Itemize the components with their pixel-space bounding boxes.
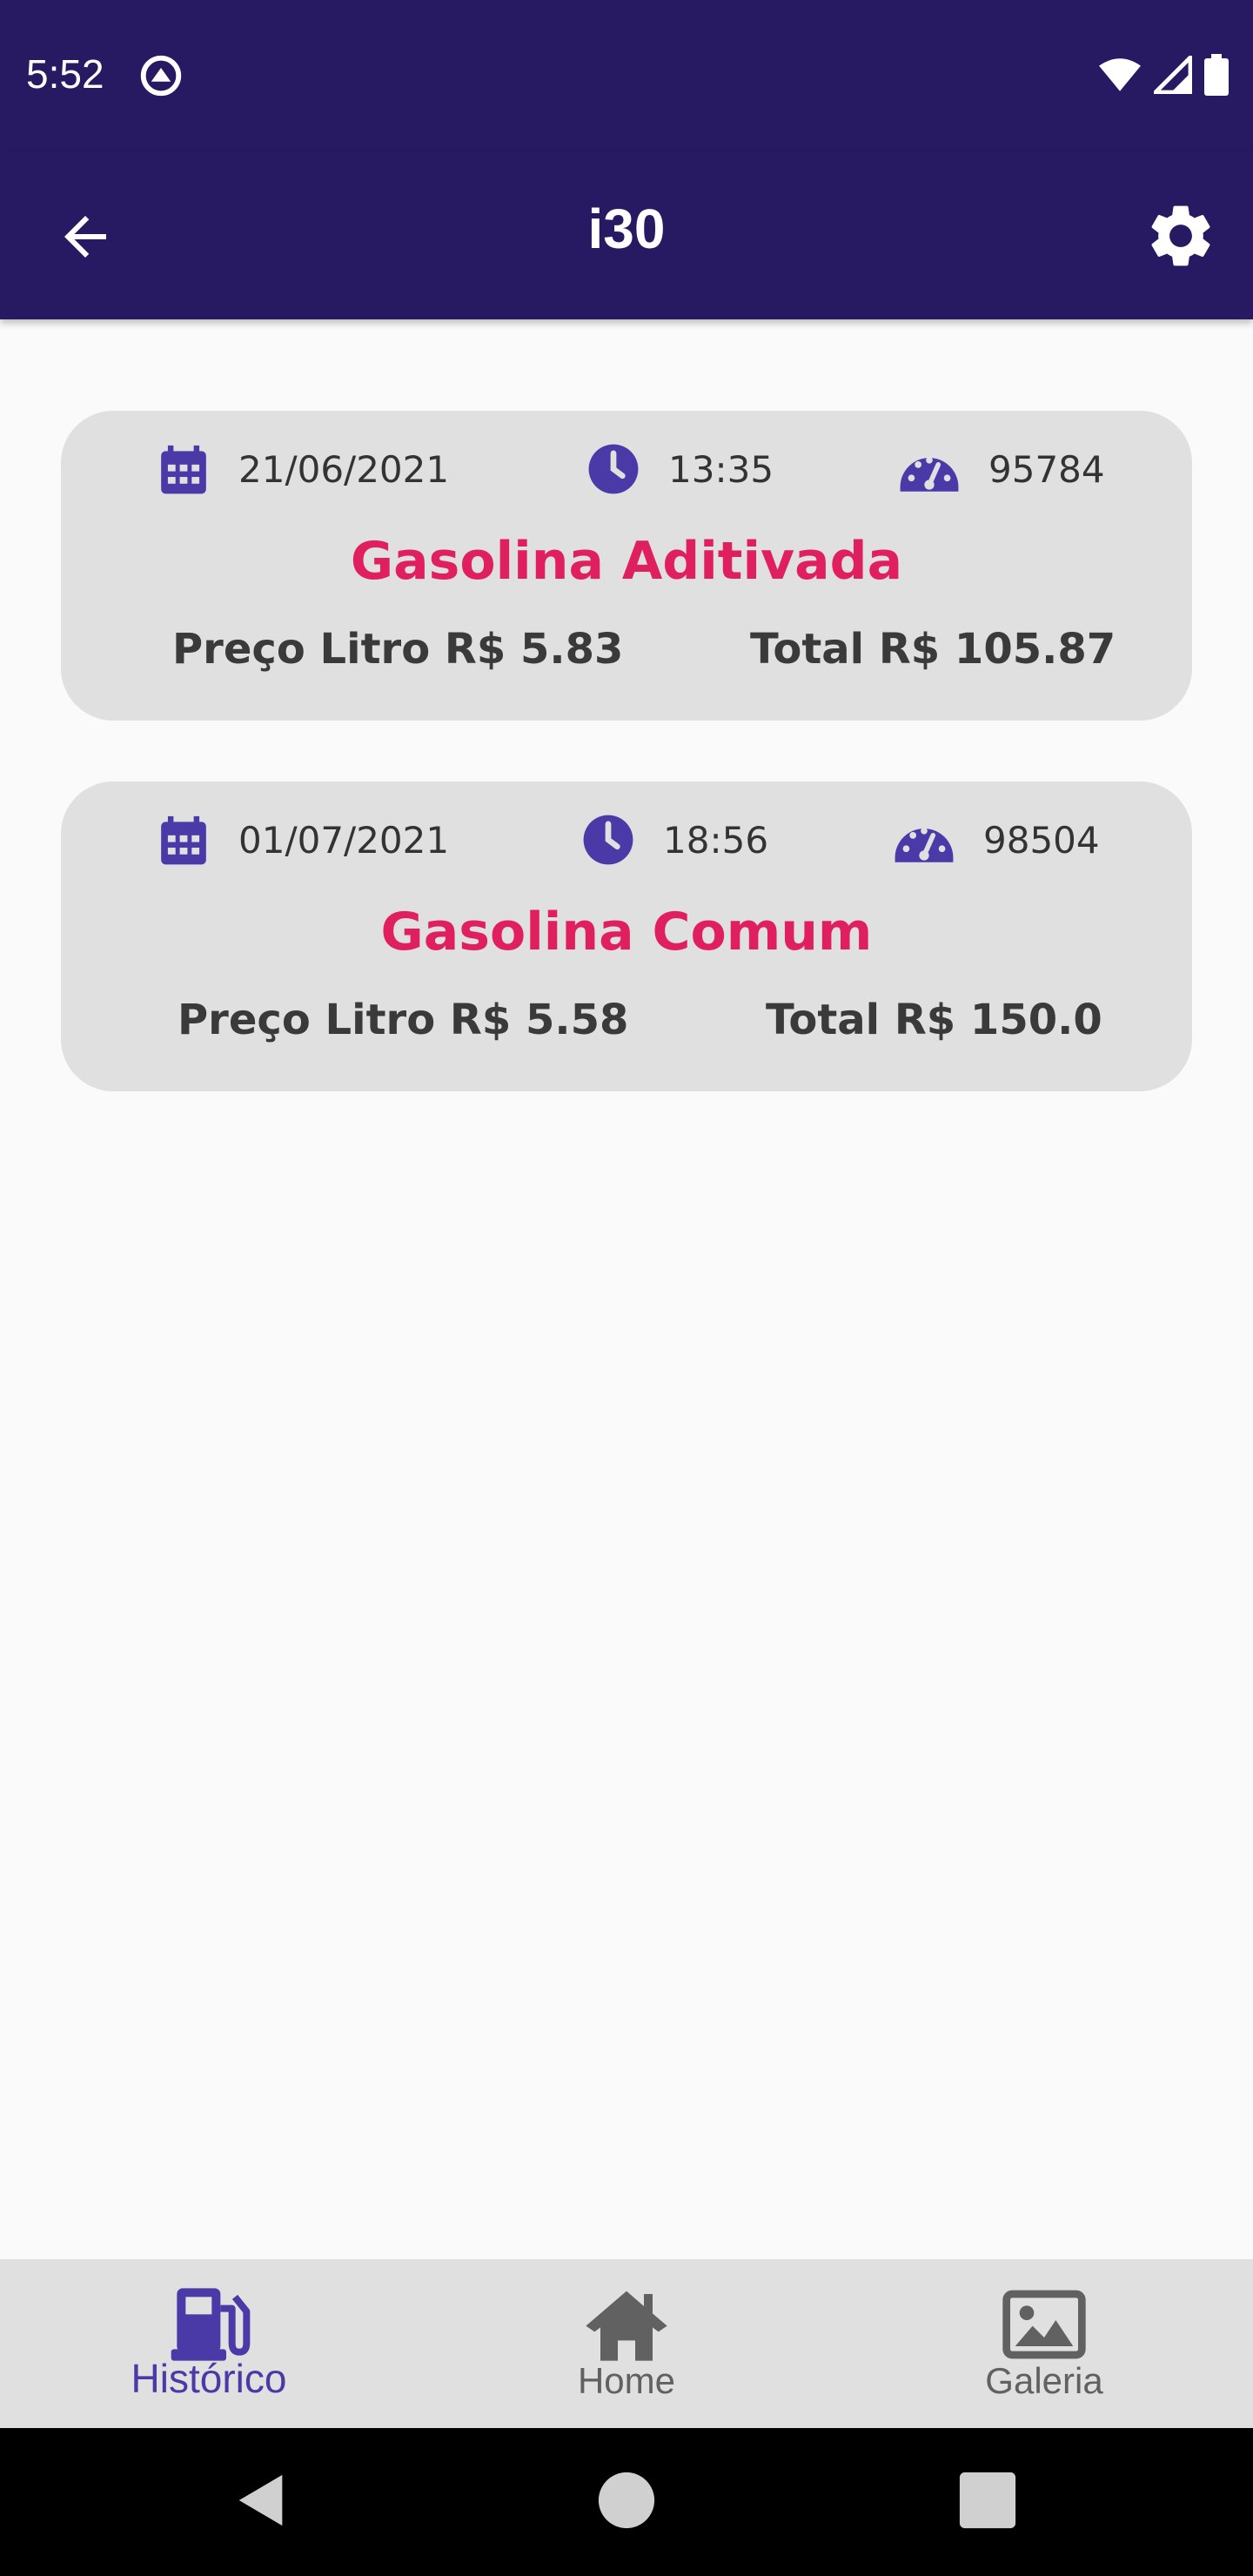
total-price: Total R$ 150.0 — [766, 996, 1102, 1044]
fuel-type: Gasolina Comum — [380, 902, 873, 963]
odometer-text: 95784 — [988, 447, 1105, 491]
time-field: 18:56 — [581, 813, 768, 867]
vpn-icon — [140, 55, 182, 97]
app-bar: i30 — [0, 151, 1253, 319]
refuel-card[interactable]: 21/06/2021 13:35 95784 Gasolina Aditivad… — [61, 411, 1192, 721]
calendar-icon — [161, 815, 206, 865]
time-text: 13:35 — [668, 447, 774, 491]
bottom-navigation: Histórico Home Galeria — [0, 2259, 1253, 2428]
image-icon — [1002, 2290, 1086, 2359]
nav-label: Galeria — [985, 2360, 1103, 2401]
nav-item-galeria[interactable]: Galeria — [835, 2259, 1253, 2428]
time-field: 13:35 — [586, 442, 774, 496]
nav-item-home[interactable]: Home — [418, 2259, 835, 2428]
calendar-icon — [161, 445, 206, 494]
date-field: 01/07/2021 — [157, 813, 449, 867]
cell-signal-icon — [1154, 56, 1192, 94]
system-home-icon[interactable] — [596, 2470, 657, 2531]
status-bar: 5:52 — [0, 0, 1253, 151]
speedometer-icon — [895, 827, 954, 862]
odometer-text: 98504 — [983, 818, 1100, 862]
nav-label: Histórico — [131, 2356, 287, 2401]
wifi-icon — [1099, 58, 1141, 91]
system-recents-icon[interactable] — [957, 2470, 1018, 2531]
fuel-type: Gasolina Aditivada — [350, 531, 903, 592]
date-text: 01/07/2021 — [238, 818, 450, 862]
page-title: i30 — [587, 198, 666, 260]
system-navigation-bar — [0, 2428, 1253, 2576]
system-back-icon[interactable] — [231, 2470, 292, 2531]
odometer-field: 98504 — [893, 813, 1100, 867]
price-per-liter: Preço Litro R$ 5.58 — [178, 996, 629, 1044]
gas-pump-icon — [171, 2288, 251, 2361]
refuel-card[interactable]: 01/07/2021 18:56 98504 Gasolina Comum Pr… — [61, 782, 1192, 1091]
status-time: 5:52 — [26, 51, 104, 97]
nav-item-historico[interactable]: Histórico — [0, 2259, 418, 2428]
home-icon — [586, 2291, 667, 2361]
nav-label: Home — [577, 2360, 676, 2401]
date-field: 21/06/2021 — [157, 442, 449, 496]
total-price: Total R$ 105.87 — [750, 625, 1116, 674]
clock-icon — [588, 444, 639, 494]
clock-icon — [583, 815, 633, 865]
odometer-field: 95784 — [898, 442, 1105, 496]
gear-icon[interactable] — [1143, 198, 1218, 273]
price-per-liter: Preço Litro R$ 5.83 — [172, 625, 624, 674]
battery-icon — [1204, 54, 1229, 96]
status-icons — [1098, 54, 1229, 96]
speedometer-icon — [900, 456, 959, 492]
date-text: 21/06/2021 — [238, 447, 450, 491]
time-text: 18:56 — [663, 818, 769, 862]
